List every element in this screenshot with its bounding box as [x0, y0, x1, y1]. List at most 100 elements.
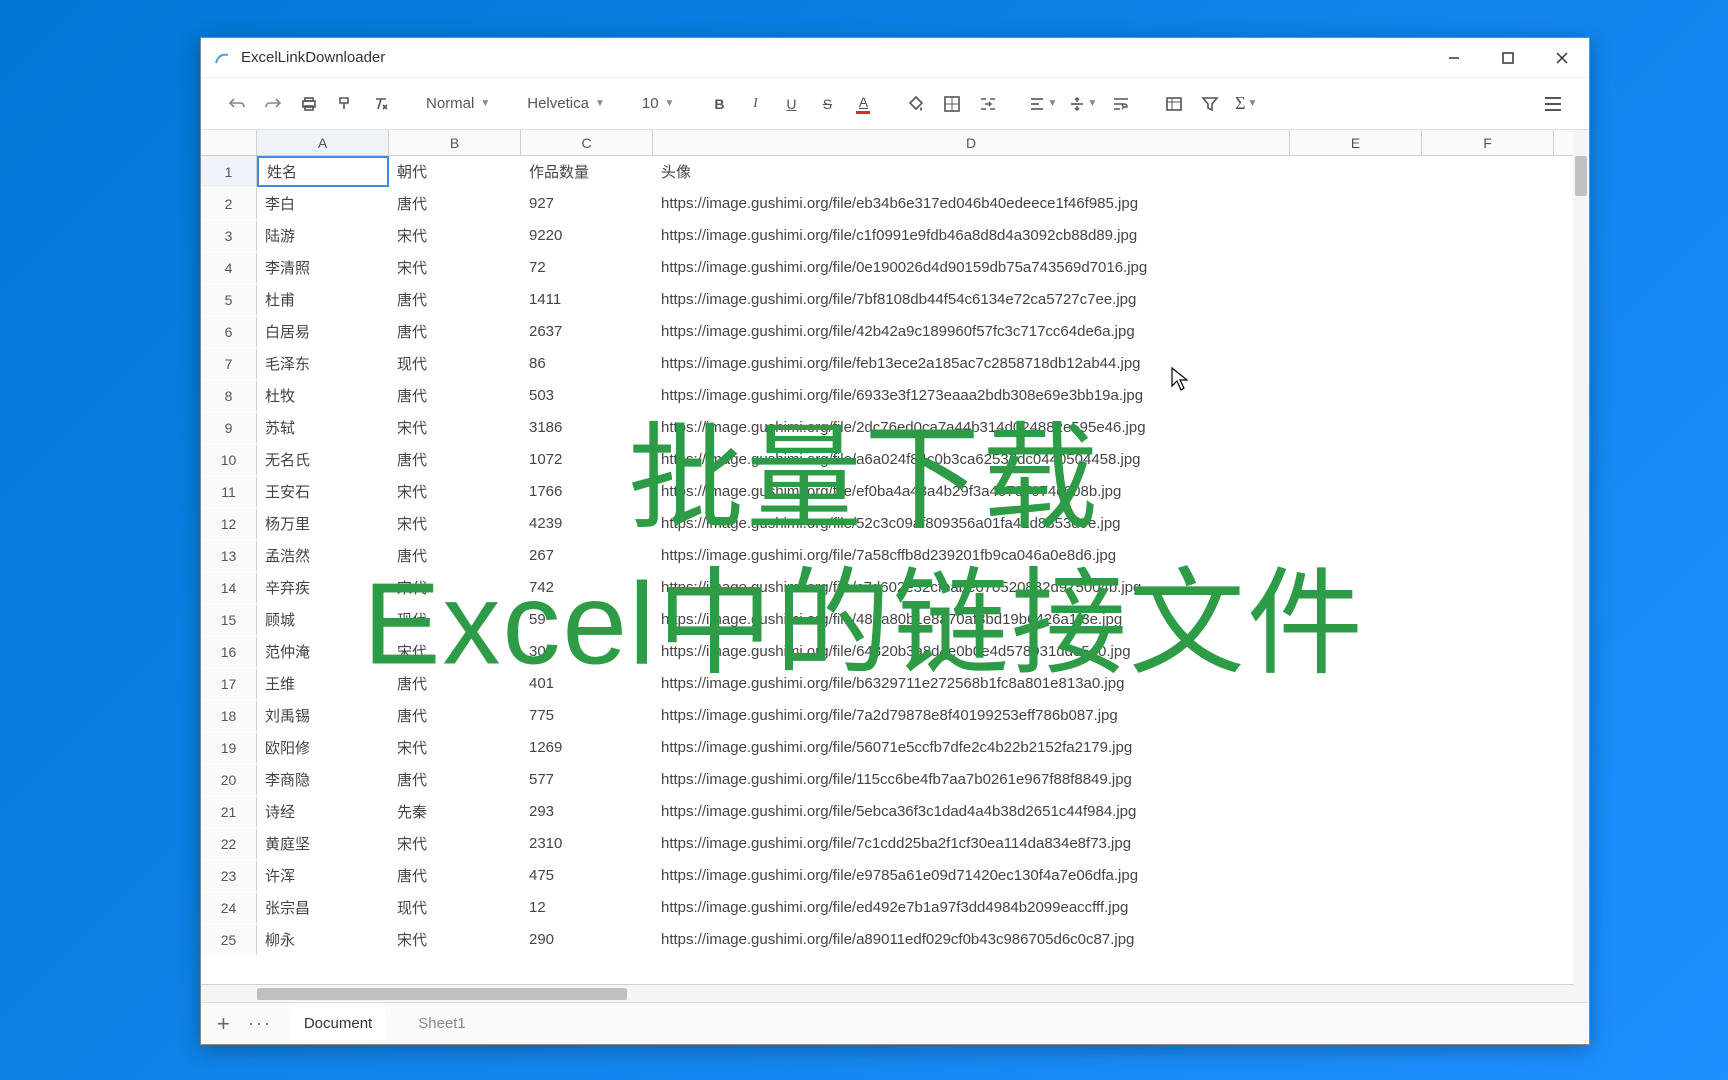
row-header[interactable]: 16	[201, 636, 257, 667]
vertical-scrollbar[interactable]	[1573, 130, 1589, 1002]
cell-E13[interactable]	[1290, 540, 1422, 571]
cell-B23[interactable]: 唐代	[389, 860, 521, 891]
cell-D10[interactable]: https://image.gushimi.org/file/a6a024f84…	[653, 444, 1290, 475]
row-header[interactable]: 7	[201, 348, 257, 379]
cell-D18[interactable]: https://image.gushimi.org/file/7a2d79878…	[653, 700, 1290, 731]
scroll-thumb[interactable]	[257, 988, 627, 1000]
cell-E14[interactable]	[1290, 572, 1422, 603]
cell-F21[interactable]	[1422, 796, 1554, 827]
cell-B6[interactable]: 唐代	[389, 316, 521, 347]
clear-format-button[interactable]	[365, 88, 397, 120]
cell-C13[interactable]: 267	[521, 540, 653, 571]
cell-C23[interactable]: 475	[521, 860, 653, 891]
cell-E2[interactable]	[1290, 188, 1422, 219]
cell-E21[interactable]	[1290, 796, 1422, 827]
cell-E1[interactable]	[1290, 156, 1422, 187]
col-header-F[interactable]: F	[1422, 130, 1554, 155]
cell-E16[interactable]	[1290, 636, 1422, 667]
cell-E8[interactable]	[1290, 380, 1422, 411]
cell-C15[interactable]: 59	[521, 604, 653, 635]
cell-A17[interactable]: 王维	[257, 668, 389, 699]
cell-C8[interactable]: 503	[521, 380, 653, 411]
cell-E3[interactable]	[1290, 220, 1422, 251]
cell-C7[interactable]: 86	[521, 348, 653, 379]
redo-button[interactable]	[257, 88, 289, 120]
cell-E22[interactable]	[1290, 828, 1422, 859]
borders-button[interactable]	[936, 88, 968, 120]
cell-A20[interactable]: 李商隐	[257, 764, 389, 795]
cell-B4[interactable]: 宋代	[389, 252, 521, 283]
cell-B11[interactable]: 宋代	[389, 476, 521, 507]
cell-D6[interactable]: https://image.gushimi.org/file/42b42a9c1…	[653, 316, 1290, 347]
row-header[interactable]: 2	[201, 188, 257, 219]
cell-B10[interactable]: 唐代	[389, 444, 521, 475]
cell-B8[interactable]: 唐代	[389, 380, 521, 411]
cell-A16[interactable]: 范仲淹	[257, 636, 389, 667]
insert-button[interactable]	[1158, 88, 1190, 120]
format-paint-button[interactable]	[329, 88, 361, 120]
cell-E18[interactable]	[1290, 700, 1422, 731]
col-header-E[interactable]: E	[1290, 130, 1422, 155]
wrap-button[interactable]	[1105, 88, 1137, 120]
cell-B15[interactable]: 现代	[389, 604, 521, 635]
row-header[interactable]: 17	[201, 668, 257, 699]
cell-E15[interactable]	[1290, 604, 1422, 635]
cell-D20[interactable]: https://image.gushimi.org/file/115cc6be4…	[653, 764, 1290, 795]
maximize-button[interactable]	[1481, 38, 1535, 78]
cell-A22[interactable]: 黄庭坚	[257, 828, 389, 859]
cell-D16[interactable]: https://image.gushimi.org/file/64820b3a8…	[653, 636, 1290, 667]
cell-E11[interactable]	[1290, 476, 1422, 507]
cell-A2[interactable]: 李白	[257, 188, 389, 219]
cell-B12[interactable]: 宋代	[389, 508, 521, 539]
row-header[interactable]: 20	[201, 764, 257, 795]
cell-F15[interactable]	[1422, 604, 1554, 635]
merge-button[interactable]	[972, 88, 1004, 120]
cell-E17[interactable]	[1290, 668, 1422, 699]
cell-C12[interactable]: 4239	[521, 508, 653, 539]
cell-E24[interactable]	[1290, 892, 1422, 923]
cell-C19[interactable]: 1269	[521, 732, 653, 763]
sheet-tab-document[interactable]: Document	[290, 1007, 386, 1040]
cell-C16[interactable]: 300	[521, 636, 653, 667]
cell-F13[interactable]	[1422, 540, 1554, 571]
cell-F10[interactable]	[1422, 444, 1554, 475]
cell-C14[interactable]: 742	[521, 572, 653, 603]
cell-F17[interactable]	[1422, 668, 1554, 699]
cell-B7[interactable]: 现代	[389, 348, 521, 379]
row-header[interactable]: 24	[201, 892, 257, 923]
cell-F20[interactable]	[1422, 764, 1554, 795]
row-header[interactable]: 22	[201, 828, 257, 859]
cell-D2[interactable]: https://image.gushimi.org/file/eb34b6e31…	[653, 188, 1290, 219]
cell-A9[interactable]: 苏轼	[257, 412, 389, 443]
cell-A1[interactable]: 姓名	[257, 156, 389, 187]
cell-D8[interactable]: https://image.gushimi.org/file/6933e3f12…	[653, 380, 1290, 411]
row-header[interactable]: 25	[201, 924, 257, 955]
col-header-D[interactable]: D	[653, 130, 1290, 155]
filter-button[interactable]	[1194, 88, 1226, 120]
cell-C1[interactable]: 作品数量	[521, 156, 653, 187]
italic-button[interactable]: I	[739, 88, 771, 120]
cell-F24[interactable]	[1422, 892, 1554, 923]
cell-B17[interactable]: 唐代	[389, 668, 521, 699]
cell-D9[interactable]: https://image.gushimi.org/file/2dc76ed0c…	[653, 412, 1290, 443]
cell-F18[interactable]	[1422, 700, 1554, 731]
align-v-button[interactable]: ▼	[1065, 88, 1101, 120]
col-header-B[interactable]: B	[389, 130, 521, 155]
cell-F19[interactable]	[1422, 732, 1554, 763]
cell-C10[interactable]: 1072	[521, 444, 653, 475]
cell-D15[interactable]: https://image.gushimi.org/file/487a80b1e…	[653, 604, 1290, 635]
cell-E5[interactable]	[1290, 284, 1422, 315]
row-header[interactable]: 19	[201, 732, 257, 763]
cell-C22[interactable]: 2310	[521, 828, 653, 859]
cell-F3[interactable]	[1422, 220, 1554, 251]
sheet-more-button[interactable]: ···	[248, 1013, 272, 1034]
cell-F6[interactable]	[1422, 316, 1554, 347]
cell-A7[interactable]: 毛泽东	[257, 348, 389, 379]
sheet-tab-sheet1[interactable]: Sheet1	[404, 1007, 480, 1040]
add-sheet-button[interactable]: +	[217, 1011, 230, 1037]
cell-C20[interactable]: 577	[521, 764, 653, 795]
cell-F14[interactable]	[1422, 572, 1554, 603]
cell-F4[interactable]	[1422, 252, 1554, 283]
strikethrough-button[interactable]: S	[811, 88, 843, 120]
cell-B19[interactable]: 宋代	[389, 732, 521, 763]
